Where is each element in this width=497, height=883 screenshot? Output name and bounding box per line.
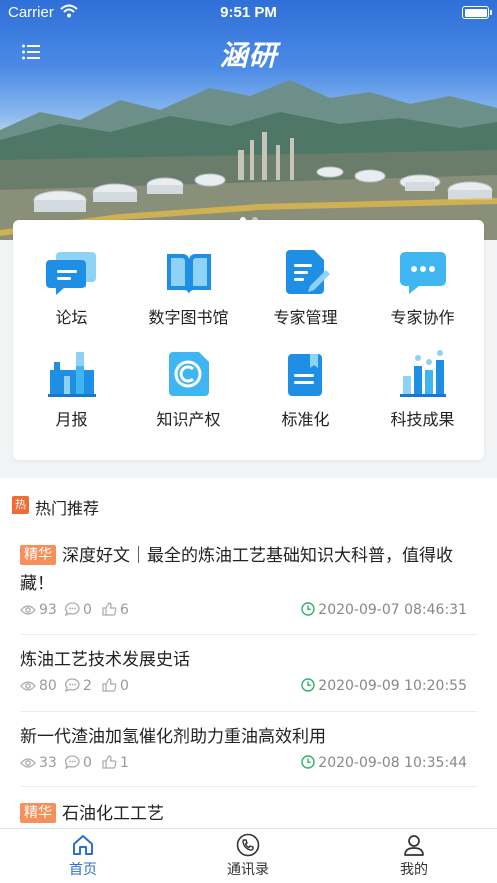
tab-bar: 首页 通讯录 我的 — [0, 828, 497, 883]
hot-badge: 热 — [12, 496, 29, 514]
clock-icon — [301, 678, 315, 692]
publish-time-value: 2020-09-09 10:20:55 — [318, 678, 467, 694]
thumbs-up-icon — [102, 755, 117, 769]
standard-document-icon — [287, 354, 322, 396]
publish-time-value: 2020-09-08 10:35:44 — [318, 755, 467, 771]
grid-item-achievements[interactable]: 科技成果 — [364, 348, 481, 430]
tab-contacts[interactable]: 通讯录 — [188, 833, 308, 879]
clock: 9:51 PM — [220, 4, 277, 21]
comment-icon — [64, 755, 80, 770]
tab-profile[interactable]: 我的 — [354, 833, 474, 879]
article-meta: 33 0 1 2020-09-08 10:35:44 — [20, 755, 477, 775]
thumbs-up-icon — [102, 602, 117, 616]
grid-label: 知识产权 — [156, 410, 221, 429]
publish-time-value: 2020-09-07 08:46:31 — [318, 602, 467, 618]
comment-count-value: 0 — [83, 755, 92, 771]
grid-label: 月报 — [55, 410, 88, 429]
grid-item-standardization[interactable]: 标准化 — [247, 348, 364, 430]
grid-label: 标准化 — [281, 410, 330, 429]
view-count: 80 — [20, 678, 57, 694]
article-title: 新一代渣油加氢催化剂助力重油高效利用 — [20, 727, 326, 747]
like-count-value: 6 — [120, 602, 129, 618]
tab-label: 我的 — [400, 862, 428, 878]
publish-time: 2020-09-08 10:35:44 — [301, 755, 467, 771]
grid-item-expert-management[interactable]: 专家管理 — [247, 246, 364, 328]
article-meta: 80 2 0 2020-09-09 10:20:55 — [20, 678, 477, 698]
like-count[interactable]: 1 — [102, 755, 129, 771]
like-count[interactable]: 6 — [102, 602, 129, 618]
grid-label: 科技成果 — [390, 410, 455, 429]
article-title-text: 深度好文｜最全的炼油工艺基础知识大科普，值得收藏！ — [20, 546, 453, 594]
eye-icon — [20, 758, 36, 768]
section-title: 热门推荐 — [35, 499, 100, 518]
grid-item-forum[interactable]: 论坛 — [13, 246, 130, 328]
user-icon — [404, 835, 424, 856]
tab-home[interactable]: 首页 — [23, 833, 143, 879]
comment-icon — [64, 678, 80, 693]
article-title: 炼油工艺技术发展史话 — [20, 650, 190, 670]
publish-time: 2020-09-07 08:46:31 — [301, 602, 467, 618]
article-title: 精华 石油化工工艺 — [20, 800, 477, 828]
comment-count: 0 — [64, 755, 92, 771]
like-count[interactable]: 0 — [102, 678, 129, 694]
forum-chat-icon — [45, 252, 96, 295]
battery-icon — [462, 6, 492, 19]
view-count-value: 93 — [39, 602, 57, 618]
home-icon — [73, 835, 93, 855]
eye-icon — [20, 681, 36, 691]
grid-item-expert-collaboration[interactable]: 专家协作 — [364, 246, 481, 328]
eye-icon — [20, 605, 36, 615]
comment-count: 2 — [64, 678, 92, 694]
hot-recommendations: 热 热门推荐 精华 深度好文｜最全的炼油工艺基础知识大科普，值得收藏！ 93 0 … — [0, 478, 497, 828]
article-meta: 93 0 6 2020-09-07 08:46:31 — [20, 602, 477, 622]
publish-time: 2020-09-09 10:20:55 — [301, 678, 467, 694]
article-item[interactable]: 精华 深度好文｜最全的炼油工艺基础知识大科普，值得收藏！ 93 0 6 2020-… — [20, 542, 477, 635]
article-title-text: 石油化工工艺 — [62, 804, 164, 824]
clock-icon — [301, 602, 315, 616]
article-item[interactable]: 新一代渣油加氢催化剂助力重油高效利用 33 0 1 2020-09-08 10:… — [20, 723, 477, 787]
view-count: 93 — [20, 602, 57, 618]
grid-label: 数字图书馆 — [148, 308, 229, 327]
feature-grid: 论坛 数字图书馆 专家管理 专家协作 月报 知识产权 标准化 科技成果 — [13, 220, 484, 460]
document-edit-icon — [285, 250, 330, 294]
like-count-value: 1 — [120, 755, 129, 771]
book-icon — [166, 254, 211, 294]
tab-label: 通讯录 — [227, 862, 269, 878]
thumbs-up-icon — [102, 678, 117, 692]
featured-tag: 精华 — [20, 545, 56, 565]
grid-item-ip[interactable]: 知识产权 — [130, 348, 247, 430]
comment-count: 0 — [64, 602, 92, 618]
view-count-value: 80 — [39, 678, 57, 694]
tab-label: 首页 — [69, 862, 97, 878]
clock-icon — [301, 755, 315, 769]
view-count: 33 — [20, 755, 57, 771]
copyright-icon — [168, 352, 209, 396]
grid-label: 专家协作 — [390, 308, 455, 327]
article-title: 精华 深度好文｜最全的炼油工艺基础知识大科普，值得收藏！ — [20, 542, 477, 598]
status-bar: Carrier 9:51 PM — [0, 0, 497, 26]
article-item[interactable]: 炼油工艺技术发展史话 80 2 0 2020-09-09 10:20:55 — [20, 646, 477, 712]
factory-icon — [47, 352, 96, 397]
comment-icon — [64, 602, 80, 617]
phone-icon — [236, 833, 260, 857]
comment-count-value: 2 — [83, 678, 92, 694]
article-item[interactable]: 精华 石油化工工艺 — [20, 800, 477, 828]
grid-item-library[interactable]: 数字图书馆 — [130, 246, 247, 328]
grid-label: 专家管理 — [273, 308, 338, 327]
grid-item-monthly-report[interactable]: 月报 — [13, 348, 130, 430]
grid-label: 论坛 — [55, 308, 88, 327]
view-count-value: 33 — [39, 755, 57, 771]
like-count-value: 0 — [120, 678, 129, 694]
message-dots-icon — [399, 252, 446, 294]
featured-tag: 精华 — [20, 803, 56, 823]
app-title: 涵研 — [219, 39, 278, 72]
comment-count-value: 0 — [83, 602, 92, 618]
banner-carousel[interactable]: Carrier 9:51 PM 涵研 — [0, 0, 497, 240]
achievement-chart-icon — [399, 350, 446, 397]
